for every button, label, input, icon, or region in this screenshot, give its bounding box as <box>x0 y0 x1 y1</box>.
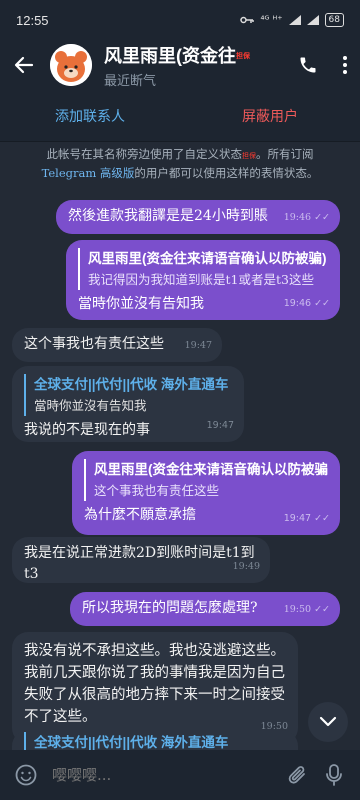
attach-button[interactable] <box>280 757 316 793</box>
call-button[interactable] <box>286 43 330 87</box>
reply-preview[interactable]: 全球支付||代付||代收 海外直通车 當時你並沒有告知我 <box>24 374 232 416</box>
chat-header: 风里雨里(资金往担保 最近断气 <box>0 40 360 90</box>
message-bubble-incoming[interactable]: 我是在说正常进款2D到账时间是t1到t3 19:49 <box>12 537 270 583</box>
microphone-icon <box>326 764 342 786</box>
reply-preview[interactable]: 风里雨里(资金往来请语音确认以防被骗) 这个事我也有责任这些 <box>84 459 328 501</box>
notice-text: 。所有订阅 <box>256 147 314 161</box>
message-bubble-outgoing[interactable]: 风里雨里(资金往来请语音确认以防被骗) 我记得因为我知道到账是t1或者是t3这些… <box>66 240 340 320</box>
double-check-icon: ✓✓ <box>314 513 330 524</box>
smile-icon <box>15 764 37 786</box>
voice-message-button[interactable] <box>316 757 352 793</box>
network-indicator: ⁴ᴳ ᴴ⁺ <box>260 14 283 26</box>
status-badge: 担保 <box>242 152 256 160</box>
message-time: 19:46 <box>283 298 312 309</box>
paperclip-icon <box>288 766 305 784</box>
message-text: 我说的不是现在的事 <box>24 422 150 438</box>
back-button[interactable] <box>0 41 48 89</box>
message-time: 19:47 <box>206 420 234 431</box>
reply-author: 风里雨里(资金往来请语音确认以防被骗) <box>88 251 327 266</box>
more-menu-button[interactable] <box>330 43 360 87</box>
reply-text: 當時你並沒有告知我 <box>34 398 147 413</box>
contact-action-bar: 添加联系人 屏蔽用户 <box>0 90 360 142</box>
message-bubble-outgoing[interactable]: 风里雨里(资金往来请语音确认以防被骗) 这个事我也有责任这些 為什麼不願意承擔 … <box>72 451 340 535</box>
reply-text: 我记得因为我知道到账是t1或者是t3这些 <box>88 272 314 287</box>
battery-icon: 68 <box>324 13 344 27</box>
telegram-premium-link[interactable]: Telegram 高级版 <box>42 166 135 180</box>
message-time: 19:47 <box>184 340 212 351</box>
message-bubble-incoming[interactable]: 我没有说不承担这些。我也没逃避这些。我前几天跟你说了我的事情我是因为自己失败了从… <box>12 632 298 744</box>
chat-title: 风里雨里(资金往担保 <box>104 42 286 68</box>
chevron-down-icon <box>319 716 337 727</box>
status-time: 12:55 <box>16 12 49 28</box>
emoji-status-notice: 此帐号在其名称旁边使用了自定义状态担保。所有订阅 Telegram 高级版的用户… <box>20 146 340 182</box>
reply-text: 这个事我也有责任这些 <box>94 483 220 498</box>
message-input-bar <box>0 750 360 800</box>
double-check-icon: ✓✓ <box>314 604 330 615</box>
chat-title-area[interactable]: 风里雨里(资金往担保 最近断气 <box>104 42 286 89</box>
message-time: 19:50 <box>283 604 312 615</box>
block-user-button[interactable]: 屏蔽用户 <box>180 106 360 126</box>
reply-preview[interactable]: 风里雨里(资金往来请语音确认以防被骗) 我记得因为我知道到账是t1或者是t3这些 <box>78 248 328 290</box>
message-time: 19:47 <box>283 513 312 524</box>
avatar[interactable] <box>50 44 92 86</box>
message-text: 我没有说不承担这些。我也没逃避这些。我前几天跟你说了我的事情我是因为自己失败了从… <box>24 643 285 725</box>
double-check-icon: ✓✓ <box>314 298 330 309</box>
scroll-down-button[interactable] <box>308 702 348 742</box>
signal-icon <box>306 15 319 25</box>
emoji-button[interactable] <box>8 757 44 793</box>
message-input[interactable] <box>52 766 280 784</box>
double-check-icon: ✓✓ <box>314 212 330 223</box>
reply-author: 全球支付||代付||代收 海外直通车 <box>34 377 229 392</box>
message-bubble-outgoing[interactable]: 然後進款我翻譯是是24小時到賬 19:46 ✓✓ <box>56 200 340 234</box>
more-vertical-icon <box>343 56 347 74</box>
message-bubble-outgoing[interactable]: 所以我現在的問題怎麼處理? 19:50 ✓✓ <box>70 592 340 626</box>
add-contact-button[interactable]: 添加联系人 <box>0 106 180 126</box>
signal-icon <box>288 15 301 25</box>
chat-subtitle: 最近断气 <box>104 73 157 89</box>
message-text: 我是在说正常进款2D到账时间是t1到t3 <box>24 545 255 582</box>
notice-text: 的用户都可以使用这样的表情状态。 <box>134 166 319 180</box>
message-time: 19:49 <box>232 561 260 572</box>
message-time: 19:46 <box>283 212 312 223</box>
status-badge: 担保 <box>236 52 250 60</box>
phone-icon <box>300 57 316 73</box>
reply-author: 风里雨里(资金往来请语音确认以防被骗) <box>94 462 328 477</box>
key-icon <box>240 16 255 24</box>
bear-avatar-icon <box>50 44 92 86</box>
message-text: 然後進款我翻譯是是24小時到賬 <box>68 208 268 224</box>
message-bubble-incoming[interactable]: 全球支付||代付||代收 海外直通车 當時你並沒有告知我 我说的不是现在的事 1… <box>12 366 244 442</box>
message-text: 这个事我也有责任这些 <box>24 336 164 352</box>
notice-text: 此帐号在其名称旁边使用了自定义状态 <box>46 147 243 161</box>
message-bubble-incoming[interactable]: 这个事我也有责任这些 19:47 <box>12 328 222 362</box>
message-text: 所以我現在的問題怎麼處理? <box>82 600 258 616</box>
chat-title-text: 风里雨里(资金往 <box>104 45 236 66</box>
arrow-left-icon <box>14 56 34 74</box>
status-bar: 12:55 ⁴ᴳ ᴴ⁺ 68 <box>0 0 360 40</box>
